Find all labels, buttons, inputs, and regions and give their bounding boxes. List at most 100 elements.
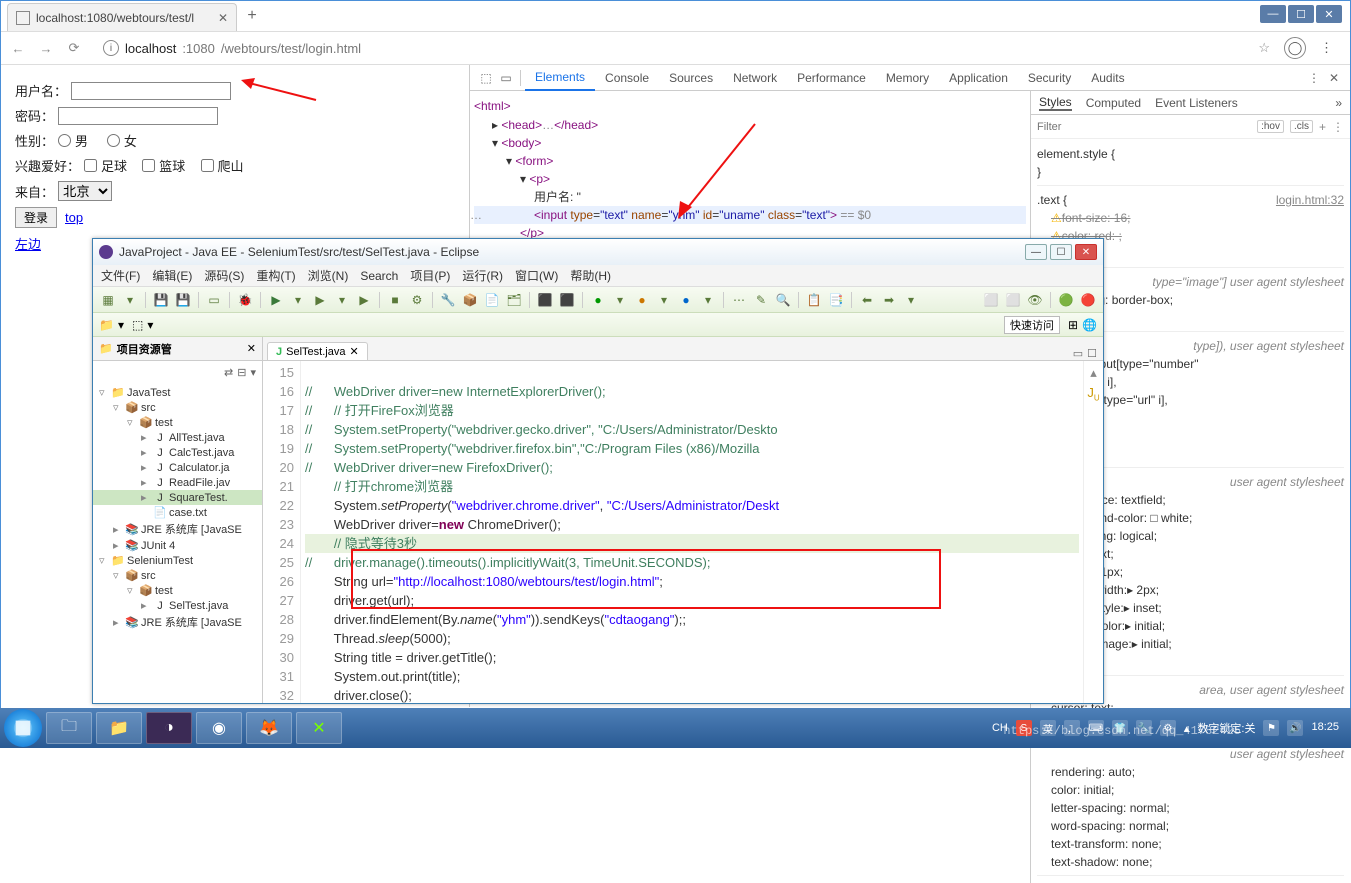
hobby-climb-check[interactable]: [201, 159, 214, 172]
address-bar[interactable]: i localhost:1080/webtours/test/login.htm…: [93, 35, 1248, 61]
tree-calculator[interactable]: ▸JCalculator.ja: [93, 460, 262, 475]
reload-button[interactable]: ⟳: [65, 40, 83, 56]
computed-tab[interactable]: Computed: [1086, 96, 1141, 110]
editor-min-icon[interactable]: ▭: [1073, 347, 1083, 360]
run-last-icon[interactable]: ▶: [311, 291, 329, 309]
task-chrome-icon[interactable]: ◉: [196, 712, 242, 744]
devtools-tab-elements[interactable]: Elements: [525, 65, 595, 91]
devtools-tab-application[interactable]: Application: [939, 65, 1018, 91]
tree-readfile[interactable]: ▸JReadFile.jav: [93, 475, 262, 490]
tree-seltest[interactable]: ▸JSelTest.java: [93, 598, 262, 613]
profile-avatar-icon[interactable]: ◯: [1284, 37, 1306, 59]
device-toolbar-icon[interactable]: ▭: [496, 71, 516, 85]
save-icon[interactable]: 💾: [152, 291, 170, 309]
tray-clock[interactable]: 18:25: [1311, 721, 1339, 734]
styles-menu-icon[interactable]: ⋮: [1332, 120, 1344, 134]
tree-test[interactable]: ▿📦test: [93, 415, 262, 430]
tree-squaretest[interactable]: ▸JSquareTest.: [93, 490, 262, 505]
code-editor[interactable]: // WebDriver driver=new InternetExplorer…: [301, 361, 1083, 703]
tree-src[interactable]: ▿📦src: [93, 400, 262, 415]
coverage-icon[interactable]: ▶: [355, 291, 373, 309]
tree-junit[interactable]: ▸📚JUnit 4: [93, 538, 262, 553]
tree-javatest[interactable]: ▿📁JavaTest: [93, 385, 262, 400]
menu-file[interactable]: 文件(F): [101, 267, 140, 284]
view-menu-icon[interactable]: ▾: [250, 366, 256, 379]
browser-tab[interactable]: localhost:1080/webtours/test/l ✕: [7, 3, 237, 31]
eclipse-maximize-button[interactable]: ☐: [1050, 244, 1072, 260]
eclipse-minimize-button[interactable]: —: [1025, 244, 1047, 260]
perspective-icon[interactable]: 👁: [1026, 291, 1044, 309]
eclipse-titlebar[interactable]: JavaProject - Java EE - SeleniumTest/src…: [93, 239, 1103, 265]
gender-female-radio[interactable]: [107, 134, 120, 147]
new-icon[interactable]: ▦: [99, 291, 117, 309]
gender-male-radio[interactable]: [58, 134, 71, 147]
tree-jre1[interactable]: ▸📚JRE 系统库 [JavaSE: [93, 520, 262, 538]
menu-search[interactable]: Search: [360, 269, 398, 283]
task-explorer-icon[interactable]: 📁: [96, 712, 142, 744]
run-icon[interactable]: ▶: [267, 291, 285, 309]
site-info-icon[interactable]: i: [103, 40, 119, 56]
task-xshell-icon[interactable]: ✕: [296, 712, 342, 744]
link-editor-icon[interactable]: ⇄: [224, 366, 233, 379]
task-library-icon[interactable]: 🗀: [46, 712, 92, 744]
menu-help[interactable]: 帮助(H): [570, 267, 611, 284]
new-rule-icon[interactable]: +: [1319, 120, 1326, 134]
tree-alltest[interactable]: ▸JAllTest.java: [93, 430, 262, 445]
close-tab-icon[interactable]: ✕: [218, 11, 228, 25]
devtools-tab-audits[interactable]: Audits: [1081, 65, 1134, 91]
editor-tab-close-icon[interactable]: ✕: [349, 345, 358, 358]
maximize-button[interactable]: ☐: [1288, 5, 1314, 23]
bookmark-icon[interactable]: ☆: [1258, 40, 1270, 56]
task-firefox-icon[interactable]: 🦊: [246, 712, 292, 744]
menu-project[interactable]: 项目(P): [410, 267, 450, 284]
package-icon[interactable]: 📁: [99, 318, 114, 332]
collapse-all-icon[interactable]: ⊟: [237, 366, 246, 379]
top-link[interactable]: top: [65, 210, 83, 225]
dom-selected-input[interactable]: <input type="text" name="yhm" id="uname"…: [474, 206, 1026, 224]
login-button[interactable]: 登录: [15, 207, 57, 228]
devtools-tab-network[interactable]: Network: [723, 65, 787, 91]
username-input[interactable]: [71, 82, 231, 100]
devtools-tab-console[interactable]: Console: [595, 65, 659, 91]
hobby-basketball-check[interactable]: [142, 159, 155, 172]
new-tab-button[interactable]: +: [243, 7, 261, 25]
from-select[interactable]: 北京: [58, 181, 112, 201]
menu-edit[interactable]: 编辑(E): [152, 267, 192, 284]
editor-max-icon[interactable]: ☐: [1087, 347, 1097, 360]
tray-volume-icon[interactable]: 🔊: [1287, 720, 1303, 736]
devtools-menu-icon[interactable]: ⋮: [1304, 71, 1324, 85]
tree-src2[interactable]: ▿📦src: [93, 568, 262, 583]
back-button[interactable]: ←: [9, 41, 27, 56]
password-input[interactable]: [58, 107, 218, 125]
task-eclipse-icon[interactable]: ◑: [146, 712, 192, 744]
tree-calctest[interactable]: ▸JCalcTest.java: [93, 445, 262, 460]
left-link[interactable]: 左边: [15, 234, 41, 253]
menu-source[interactable]: 源码(S): [204, 267, 244, 284]
quick-access-input[interactable]: 快速访问: [1004, 316, 1060, 334]
menu-window[interactable]: 窗口(W): [515, 267, 558, 284]
save-all-icon[interactable]: 💾: [174, 291, 192, 309]
devtools-tab-sources[interactable]: Sources: [659, 65, 723, 91]
devtools-tab-memory[interactable]: Memory: [876, 65, 939, 91]
tree-test2[interactable]: ▿📦test: [93, 583, 262, 598]
chrome-menu-icon[interactable]: ⋮: [1320, 40, 1334, 56]
tree-seleniumtest[interactable]: ▿📁SeleniumTest: [93, 553, 262, 568]
styles-tab[interactable]: Styles: [1039, 95, 1072, 111]
inspect-icon[interactable]: ⬚: [476, 71, 496, 85]
hov-toggle[interactable]: :hov: [1257, 120, 1284, 133]
devtools-tab-performance[interactable]: Performance: [787, 65, 876, 91]
menu-run[interactable]: 运行(R): [462, 267, 503, 284]
start-button[interactable]: [4, 709, 42, 747]
debug-icon[interactable]: 🐞: [236, 291, 254, 309]
menu-refactor[interactable]: 重构(T): [256, 267, 295, 284]
close-window-button[interactable]: ✕: [1316, 5, 1342, 23]
devtools-tab-security[interactable]: Security: [1018, 65, 1081, 91]
eclipse-close-button[interactable]: ✕: [1075, 244, 1097, 260]
tree-jre2[interactable]: ▸📚JRE 系统库 [JavaSE: [93, 613, 262, 631]
forward-button[interactable]: →: [37, 41, 55, 56]
switch-editor-icon[interactable]: ▭: [205, 291, 223, 309]
tray-flag-icon[interactable]: ⚑: [1263, 720, 1279, 736]
styles-filter-input[interactable]: [1037, 121, 1251, 133]
minimize-button[interactable]: —: [1260, 5, 1286, 23]
more-tabs-icon[interactable]: »: [1335, 96, 1342, 110]
